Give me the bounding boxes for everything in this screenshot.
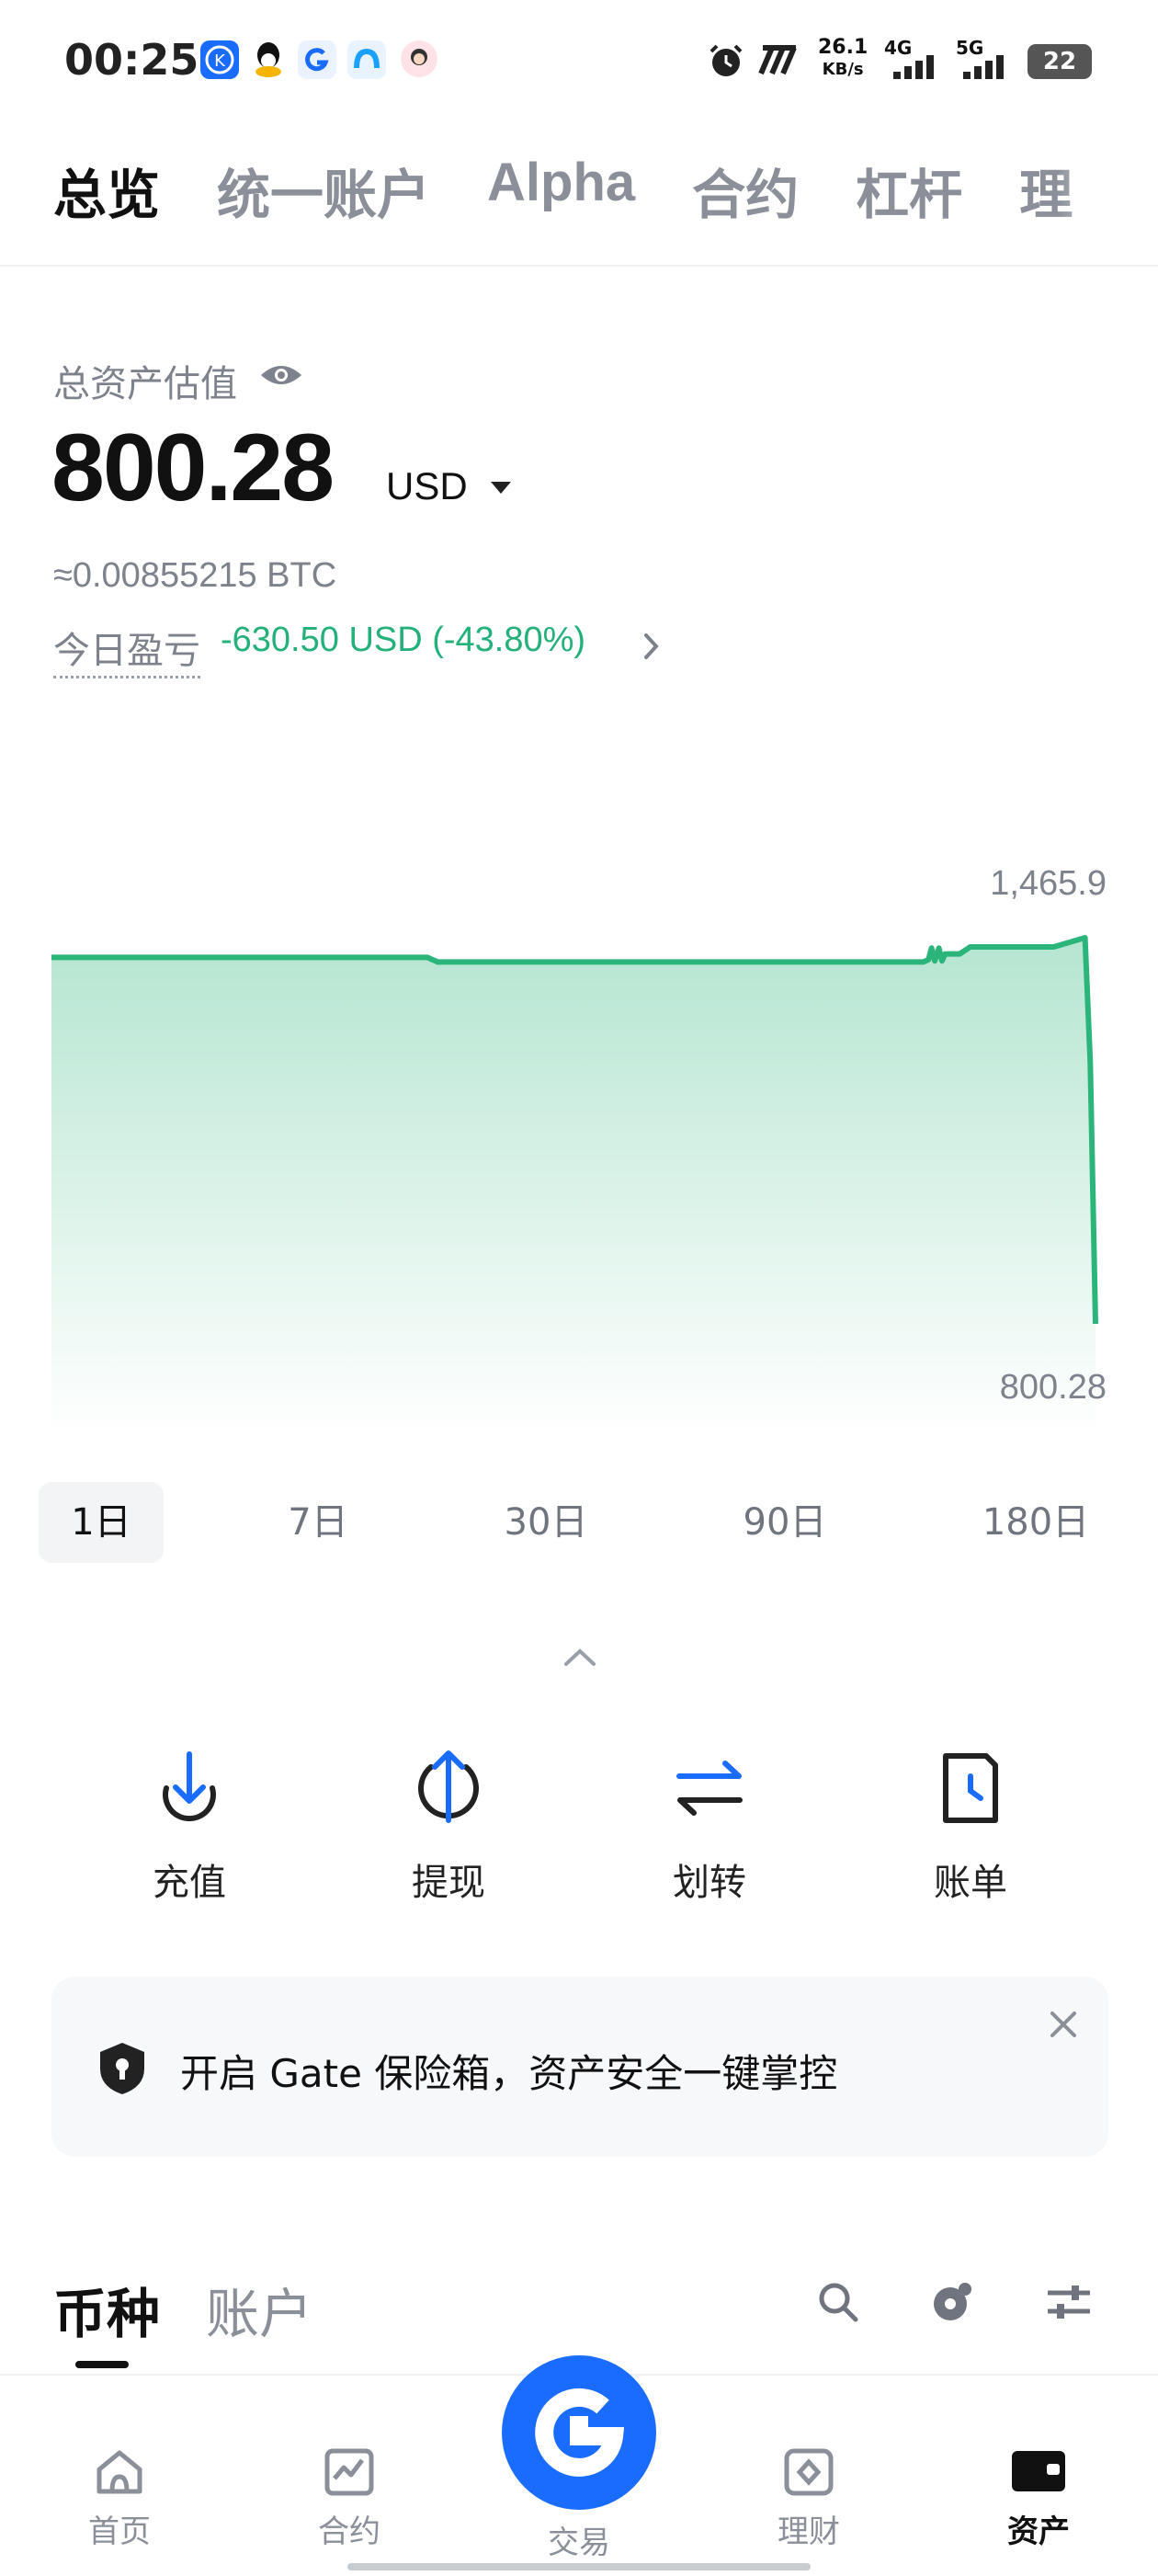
- today-pnl-label[interactable]: 今日盈亏: [53, 621, 200, 678]
- total-assets-value: 800.28: [51, 414, 333, 523]
- chevron-right-icon[interactable]: [641, 631, 662, 666]
- nav-trade-button[interactable]: [502, 2355, 656, 2510]
- nav-home[interactable]: 首页: [37, 2445, 202, 2551]
- carrier-icon: [755, 42, 803, 83]
- battery-indicator: 22: [1027, 44, 1092, 79]
- nav-futures[interactable]: 合约: [267, 2445, 432, 2551]
- app-notification-icon: [347, 40, 386, 79]
- avatar-notification-icon: [399, 39, 439, 83]
- range-30d[interactable]: 30日: [482, 1482, 610, 1563]
- bill-button[interactable]: 账单: [869, 1742, 1072, 1906]
- svg-text:K: K: [214, 51, 226, 71]
- nav-earn-label: 理财: [726, 2506, 891, 2551]
- range-180d[interactable]: 180日: [963, 1482, 1108, 1563]
- withdraw-button[interactable]: 提现: [347, 1742, 550, 1906]
- vault-banner-text: 开启 Gate 保险箱，资产安全一键掌控: [180, 2043, 837, 2099]
- top-tab-bar: 总览 统一账户 Alpha 合约 杠杆 理: [53, 152, 1130, 225]
- signal-5g-icon: [961, 53, 1016, 85]
- network-speed-unit: KB/s: [818, 59, 868, 81]
- alarm-icon: [706, 40, 746, 85]
- tab-accounts[interactable]: 账户: [206, 2271, 312, 2348]
- tab-unified-account[interactable]: 统一账户: [217, 152, 430, 225]
- transfer-label: 划转: [608, 1852, 811, 1906]
- caret-down-icon[interactable]: [491, 482, 511, 494]
- tab-overview[interactable]: 总览: [53, 152, 160, 225]
- chart-max-label: 1,465.9: [990, 864, 1107, 904]
- tab-active-indicator: [75, 2361, 129, 2368]
- nav-assets-label: 资产: [956, 2506, 1121, 2551]
- search-icon[interactable]: [816, 2280, 860, 2328]
- network-speed-value: 26.1: [818, 37, 868, 59]
- filter-settings-icon[interactable]: [1046, 2280, 1092, 2328]
- btc-equivalent: ≈0.00855215 BTC: [53, 556, 336, 596]
- eye-icon[interactable]: [257, 357, 305, 397]
- app-notification-icon: K: [200, 40, 239, 79]
- nav-trade-label: 交易: [496, 2517, 662, 2562]
- total-assets-label: 总资产估值: [53, 354, 237, 407]
- tab-coins[interactable]: 币种: [53, 2271, 160, 2348]
- deposit-label: 充值: [88, 1852, 290, 1906]
- home-icon: [92, 2445, 147, 2497]
- tab-margin[interactable]: 杠杆: [856, 152, 962, 225]
- currency-selector[interactable]: USD: [386, 464, 468, 508]
- signal-4g-icon: [891, 53, 943, 85]
- transfer-icon: [608, 1742, 811, 1834]
- shield-lock-icon: [96, 2039, 148, 2100]
- chart-min-label: 800.28: [1000, 1368, 1107, 1408]
- chevron-up-icon[interactable]: [562, 1646, 597, 1671]
- withdraw-label: 提现: [347, 1852, 550, 1906]
- nav-earn[interactable]: 理财: [726, 2445, 891, 2551]
- today-pnl-value[interactable]: -630.50 USD (-43.80%): [221, 621, 585, 660]
- tab-futures[interactable]: 合约: [692, 152, 799, 225]
- range-90d[interactable]: 90日: [721, 1482, 849, 1563]
- range-7d[interactable]: 7日: [255, 1482, 380, 1563]
- range-1d[interactable]: 1日: [39, 1482, 164, 1563]
- tab-alpha[interactable]: Alpha: [487, 152, 635, 225]
- transfer-button[interactable]: 划转: [608, 1742, 811, 1906]
- qq-icon: [250, 39, 287, 85]
- bill-label: 账单: [869, 1852, 1072, 1906]
- header-divider: [0, 265, 1158, 267]
- network-speed: 26.1 KB/s: [818, 37, 868, 81]
- deposit-icon: [88, 1742, 290, 1834]
- small-balance-icon[interactable]: [930, 2280, 974, 2328]
- nav-futures-label: 合约: [267, 2506, 432, 2551]
- withdraw-icon: [347, 1742, 550, 1834]
- trade-icon: [502, 2355, 656, 2510]
- futures-icon: [322, 2445, 377, 2497]
- assets-icon: [1008, 2445, 1069, 2497]
- home-indicator: [347, 2563, 811, 2570]
- close-icon[interactable]: [1048, 2009, 1079, 2044]
- nav-home-label: 首页: [37, 2506, 202, 2551]
- tab-fade-overlay: [1057, 138, 1158, 239]
- deposit-button[interactable]: 充值: [88, 1742, 290, 1906]
- earn-icon: [781, 2445, 836, 2497]
- status-time: 00:25: [64, 35, 199, 85]
- chart-area-fill: [51, 938, 1096, 1434]
- bill-icon: [869, 1742, 1072, 1834]
- nav-assets[interactable]: 资产: [956, 2445, 1121, 2551]
- asset-trend-chart[interactable]: [0, 846, 1158, 1453]
- app-notification-icon: [298, 40, 336, 79]
